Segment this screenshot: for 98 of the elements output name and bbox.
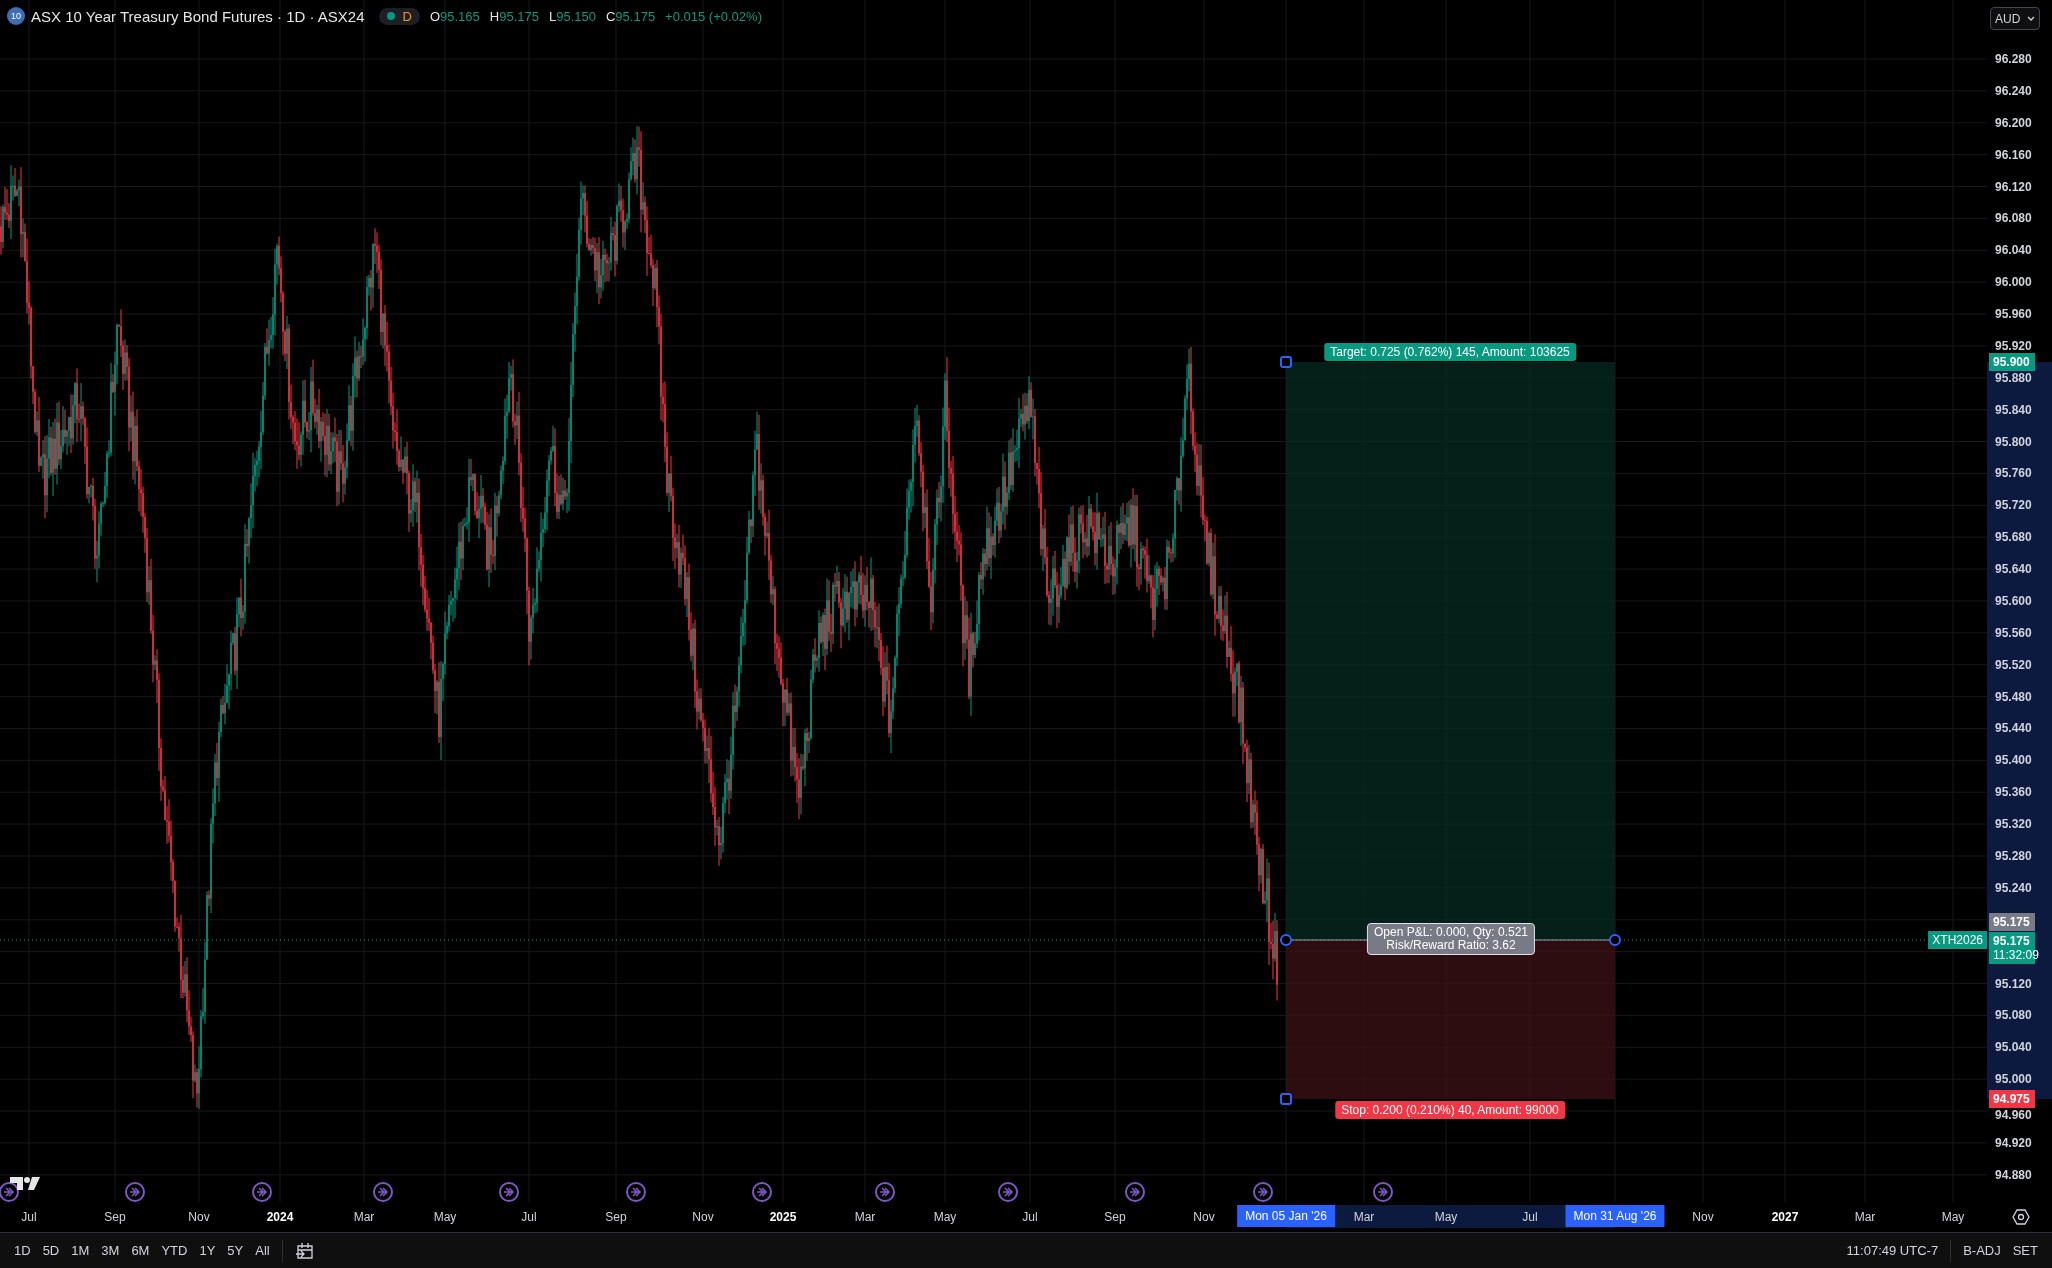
drag-handle[interactable] bbox=[1609, 934, 1621, 946]
price-tick: 95.080 bbox=[1995, 1008, 2032, 1023]
price-tick: 96.000 bbox=[1995, 275, 2032, 290]
price-tick: 95.520 bbox=[1995, 657, 2032, 672]
time-tick: 2025 bbox=[769, 1210, 797, 1224]
price-value: 95.175 bbox=[1993, 934, 2031, 948]
price-tick: 96.240 bbox=[1995, 83, 2032, 98]
price-tick: 96.280 bbox=[1995, 52, 2032, 66]
price-tick: 94.880 bbox=[1995, 1167, 2032, 1182]
price-tick: 95.240 bbox=[1995, 880, 2032, 895]
calendar-icon bbox=[294, 1240, 315, 1261]
price-tick: 96.080 bbox=[1995, 211, 2032, 226]
price-tick: 95.320 bbox=[1995, 817, 2032, 832]
time-tick: 2027 bbox=[1771, 1210, 1799, 1224]
price-tick: 95.360 bbox=[1995, 785, 2032, 800]
price-tick: 95.000 bbox=[1995, 1072, 2032, 1087]
price-tick: 95.720 bbox=[1995, 498, 2032, 513]
time-tick: May bbox=[1941, 1210, 1965, 1224]
time-tick: Sep bbox=[605, 1210, 627, 1224]
time-tick: May bbox=[933, 1210, 957, 1224]
price-tick: 95.680 bbox=[1995, 530, 2032, 545]
price-tick: 95.840 bbox=[1995, 402, 2032, 417]
range-button[interactable]: 5D bbox=[36, 1239, 66, 1262]
time-tick: Nov bbox=[188, 1210, 210, 1224]
range-button[interactable]: 1M bbox=[65, 1239, 96, 1262]
time-tick: Jul bbox=[1022, 1210, 1038, 1224]
ohlc-value: C95.175 bbox=[605, 8, 656, 24]
time-tick: Sep bbox=[1104, 1210, 1126, 1224]
time-tick: May bbox=[433, 1210, 457, 1224]
exchange-badge: 10 bbox=[7, 7, 25, 25]
date-range-label: Mon 05 Jan '26 bbox=[1237, 1205, 1335, 1227]
logo[interactable] bbox=[10, 1177, 40, 1190]
price-tick: 96.160 bbox=[1995, 147, 2032, 162]
drag-handle[interactable] bbox=[1280, 934, 1292, 946]
time-tick: Jul bbox=[1522, 1210, 1538, 1224]
status-letter: D bbox=[402, 8, 412, 24]
range-button[interactable]: 1D bbox=[8, 1239, 37, 1262]
stats-text: Open P&L: 0.000, Qty: 0.521 bbox=[1373, 926, 1529, 939]
price-value: 95.900 bbox=[1993, 355, 2031, 369]
price-tick: 95.800 bbox=[1995, 434, 2032, 449]
time-tick: Mar bbox=[1353, 1210, 1375, 1224]
price-tick: 96.120 bbox=[1995, 179, 2032, 194]
time-tick: Nov bbox=[1193, 1210, 1215, 1224]
price-tick: 95.120 bbox=[1995, 976, 2032, 991]
time-tick: Mar bbox=[353, 1210, 375, 1224]
currency-text: AUD bbox=[1995, 11, 2021, 26]
drag-handle[interactable] bbox=[1280, 1093, 1292, 1105]
currency-dropdown[interactable]: AUD bbox=[1990, 7, 2040, 30]
stats-text: Risk/Reward Ratio: 3.62 bbox=[1386, 939, 1516, 952]
price-tick: 95.600 bbox=[1995, 593, 2032, 608]
time-tick: Nov bbox=[692, 1210, 714, 1224]
price-tick: 95.560 bbox=[1995, 625, 2032, 640]
price-tick: 95.960 bbox=[1995, 307, 2032, 322]
range-button[interactable]: YTD bbox=[155, 1239, 194, 1262]
chevron-down-icon bbox=[2027, 15, 2035, 22]
price-value: 94.975 bbox=[1993, 1092, 2031, 1106]
time-tick: 2024 bbox=[266, 1210, 294, 1224]
price-value: 95.175 bbox=[1993, 915, 2031, 929]
price-tick: 95.280 bbox=[1995, 849, 2032, 863]
time-tick: Jul bbox=[21, 1210, 37, 1224]
status-dot bbox=[386, 12, 395, 20]
toolbar-toggle[interactable]: B-ADJ bbox=[1957, 1239, 2007, 1262]
toolbar-toggle[interactable]: SET bbox=[2006, 1239, 2044, 1262]
range-button[interactable]: 1Y bbox=[193, 1239, 222, 1262]
price-tick: 95.760 bbox=[1995, 466, 2032, 481]
range-button[interactable]: 6M bbox=[125, 1239, 156, 1262]
time-tick: Mar bbox=[854, 1210, 876, 1224]
time-tick: Mar bbox=[1854, 1210, 1876, 1224]
price-tick: 94.920 bbox=[1995, 1135, 2032, 1150]
target-label: Target: 0.725 (0.762%) 145, Amount: 103625 bbox=[1324, 343, 1576, 361]
time-tick: Jul bbox=[521, 1210, 537, 1224]
settings-icon[interactable] bbox=[2012, 1208, 2030, 1226]
price-tick: 95.640 bbox=[1995, 562, 2032, 577]
price-tick: 96.040 bbox=[1995, 243, 2032, 258]
price-tick: 95.480 bbox=[1995, 689, 2032, 704]
stop-label: Stop: 0.200 (0.210%) 40, Amount: 99000 bbox=[1335, 1101, 1565, 1119]
ohlc-value: H95.175 bbox=[489, 8, 539, 24]
drag-handle[interactable] bbox=[1280, 356, 1292, 368]
range-button[interactable]: 3M bbox=[95, 1239, 126, 1262]
time-tick: May bbox=[1434, 1210, 1458, 1224]
symbol-title[interactable]: ASX 10 Year Treasury Bond Futures · 1D · ASX24 bbox=[31, 7, 365, 25]
time-tick: Nov bbox=[1692, 1210, 1714, 1224]
price-tick: 96.200 bbox=[1995, 115, 2032, 130]
date-range-label: Mon 31 Aug '26 bbox=[1565, 1205, 1665, 1227]
price-tick: 95.040 bbox=[1995, 1040, 2032, 1055]
price-tick: 94.960 bbox=[1995, 1108, 2032, 1123]
range-button[interactable]: 5Y bbox=[221, 1239, 250, 1262]
price-tick: 95.880 bbox=[1995, 370, 2032, 385]
symbol-tag: XTH2026 bbox=[1928, 931, 1987, 949]
price-tick: 95.920 bbox=[1995, 338, 2032, 353]
range-button[interactable]: All bbox=[249, 1239, 276, 1262]
ohlc-value: O95.165 bbox=[429, 8, 480, 24]
price-tick: 95.440 bbox=[1995, 721, 2032, 736]
clock-text: 11:07:49 UTC-7 bbox=[1845, 1243, 1940, 1258]
ohlc-value: L95.150 bbox=[548, 8, 596, 24]
time-tick: Sep bbox=[104, 1210, 126, 1224]
price-tick: 95.400 bbox=[1995, 753, 2032, 768]
change-value: +0.015 (+0.02%) bbox=[665, 8, 762, 24]
